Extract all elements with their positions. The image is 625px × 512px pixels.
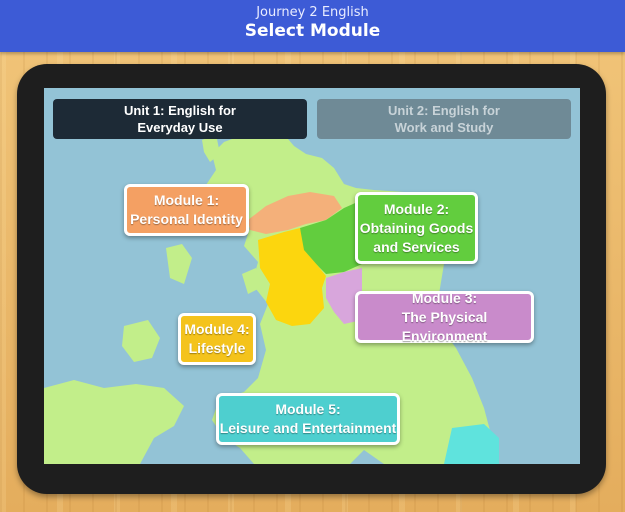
module-1-number: Module 1: bbox=[153, 192, 220, 208]
module-5-title: Leisure and Entertainment bbox=[219, 420, 397, 436]
module-3-number: Module 3: bbox=[411, 289, 478, 306]
module-1-title: Personal Identity bbox=[130, 211, 243, 227]
module-4-title: Lifestyle bbox=[188, 340, 246, 356]
module-4-button[interactable]: Module 4: Lifestyle bbox=[178, 313, 256, 365]
module-3-button[interactable]: Module 3: The Physical Environment bbox=[355, 289, 534, 344]
region-module-5 bbox=[444, 424, 499, 464]
module-5-number: Module 5: bbox=[275, 401, 341, 417]
land-ireland-north bbox=[122, 320, 160, 362]
module-1-button[interactable]: Module 1: Personal Identity bbox=[124, 184, 249, 236]
app-header: Journey 2 English Select Module bbox=[0, 0, 625, 52]
module-3-title: The Physical Environment bbox=[401, 308, 488, 344]
module-5-button[interactable]: Module 5: Leisure and Entertainment bbox=[216, 393, 400, 445]
map-screen: Unit 1: English for Everyday Use Unit 2:… bbox=[44, 88, 580, 464]
module-2-number: Module 2: bbox=[383, 200, 450, 217]
module-4-number: Module 4: bbox=[184, 321, 250, 337]
tab-unit-1[interactable]: Unit 1: English for Everyday Use bbox=[53, 99, 307, 139]
module-2-title-line2: and Services bbox=[373, 238, 460, 255]
module-2-button[interactable]: Module 2: Obtaining Goods and Services bbox=[355, 192, 478, 264]
tab-unit-2[interactable]: Unit 2: English for Work and Study bbox=[317, 99, 571, 139]
page-title: Select Module bbox=[244, 21, 381, 41]
app-title: Journey 2 English bbox=[256, 5, 369, 20]
land-ireland bbox=[44, 380, 184, 464]
module-2-title: Obtaining Goods bbox=[359, 219, 474, 236]
tablet-frame: Unit 1: English for Everyday Use Unit 2:… bbox=[17, 64, 606, 494]
